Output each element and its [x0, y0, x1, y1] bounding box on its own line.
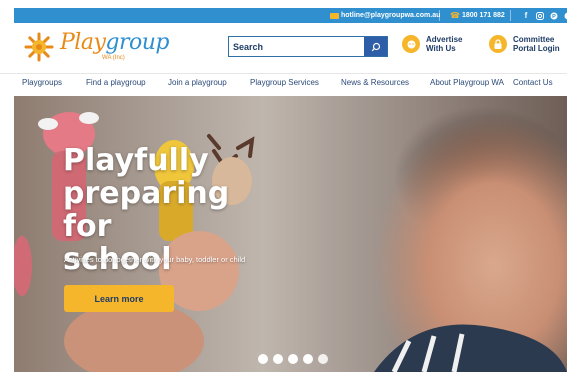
svg-text:P: P: [552, 14, 556, 20]
email-link[interactable]: hotline@playgroupwa.com.au: [330, 8, 440, 23]
carousel-pagination: [258, 354, 328, 364]
hero-tagline: Activities to do together with your baby…: [64, 255, 246, 264]
facebook-icon[interactable]: f: [521, 8, 531, 23]
hero-title-line-1: Playfully: [63, 143, 209, 178]
nav-playgroup-services[interactable]: Playgroup Services: [250, 78, 319, 87]
search-button[interactable]: [364, 37, 387, 56]
nav-about[interactable]: About Playgroup WA: [430, 78, 504, 87]
advertise-label-2: With Us: [426, 44, 456, 53]
carousel-dot[interactable]: [303, 354, 313, 364]
committee-label-1: Committee: [513, 35, 555, 44]
carousel-dot[interactable]: [273, 354, 283, 364]
carousel-dot[interactable]: [318, 354, 328, 364]
advertise-link[interactable]: Advertise With Us: [402, 35, 476, 53]
playgroup-logo[interactable]: Playgroup WA (Inc): [22, 30, 169, 62]
carousel-dot[interactable]: [258, 354, 268, 364]
email-text: hotline@playgroupwa.com.au: [341, 12, 441, 19]
top-contact-bar: hotline@playgroupwa.com.au ☎ 1800 171 88…: [14, 8, 567, 23]
carousel-dot[interactable]: [288, 354, 298, 364]
phone-link[interactable]: ☎ 1800 171 882: [450, 8, 505, 23]
mail-icon: [330, 12, 339, 19]
lock-icon: [489, 35, 507, 53]
pinterest-icon[interactable]: P: [549, 8, 559, 23]
phone-text: 1800 171 882: [461, 12, 505, 19]
hero-title-line-2: preparing for: [63, 176, 230, 244]
instagram-icon[interactable]: [535, 8, 545, 23]
phone-icon: ☎: [450, 11, 460, 20]
logo-wordmark: Playgroup: [60, 30, 169, 55]
search-box: [228, 36, 388, 57]
nav-playgroups[interactable]: Playgroups: [22, 78, 62, 87]
nav-find-playgroup[interactable]: Find a playgroup: [86, 78, 146, 87]
learn-more-button[interactable]: Learn more: [64, 285, 174, 312]
divider: [510, 10, 511, 21]
logo-subtitle: WA (Inc): [102, 55, 125, 61]
search-icon: [371, 42, 380, 51]
megaphone-icon: [402, 35, 420, 53]
nav-news-resources[interactable]: News & Resources: [341, 78, 409, 87]
committee-label-2: Portal Login: [513, 44, 560, 53]
main-navigation: Playgroups Find a playgroup Join a playg…: [0, 73, 567, 95]
divider: [439, 10, 440, 21]
advertise-label-1: Advertise: [426, 35, 463, 44]
nav-join-playgroup[interactable]: Join a playgroup: [168, 78, 227, 87]
nav-contact[interactable]: Contact Us: [513, 78, 553, 87]
social-icon[interactable]: [563, 8, 567, 23]
search-input[interactable]: [229, 37, 365, 56]
committee-portal-link[interactable]: Committee Portal Login: [489, 35, 563, 53]
sun-logo-icon: [24, 32, 54, 62]
hero-banner: Playfully preparing for school Activitie…: [14, 96, 567, 372]
